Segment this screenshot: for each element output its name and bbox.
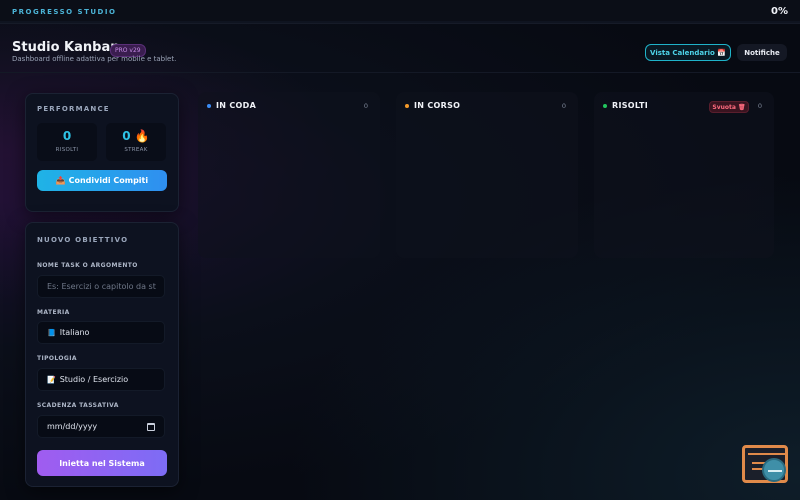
column-queue: IN CODA 0: [198, 92, 380, 258]
column-status-dot: [405, 104, 409, 108]
calendar-icon[interactable]: [147, 423, 155, 431]
column-title: IN CORSO: [414, 101, 461, 110]
type-value: Studio / Esercizio: [59, 375, 129, 384]
column-title: RISOLTI: [612, 101, 649, 110]
progress-percent: 0%: [771, 6, 788, 17]
new-goal-panel: NUOVO OBIETTIVO NOME TASK O ARGOMENTO Es…: [25, 222, 179, 487]
solved-count: 0: [62, 129, 72, 143]
calendar-view-button[interactable]: Vista Calendario 📅: [645, 44, 731, 61]
share-tasks-button[interactable]: 📤 Condividi Compiti: [37, 170, 167, 191]
column-status-dot: [603, 104, 607, 108]
task-name-label: NOME TASK O ARGOMENTO: [37, 262, 138, 269]
column-count: 0: [561, 102, 566, 110]
widget-titlebar: [748, 451, 788, 455]
task-name-placeholder: Es: Esercizi o capitolo da st: [47, 282, 156, 291]
progress-label: PROGRESSO STUDIO: [12, 8, 117, 16]
deadline-placeholder: mm/dd/yyyy: [47, 422, 98, 431]
streak-caption: STREAK: [124, 147, 148, 153]
subject-label: MATERIA: [37, 309, 70, 316]
column-title: IN CODA: [216, 101, 257, 110]
column-count: 0: [363, 102, 368, 110]
progress-track: [0, 21, 800, 23]
column-status-dot: [207, 104, 211, 108]
app-header: Studio Kanban PRO v29 Dashboard offline …: [0, 31, 800, 73]
type-select[interactable]: 📝 Studio / Esercizio: [37, 368, 165, 391]
clear-column-button[interactable]: Svuota 🗑: [709, 101, 749, 113]
code-inspector-icon[interactable]: [742, 445, 790, 485]
progress-bar: PROGRESSO STUDIO 0%: [0, 0, 800, 24]
app-subtitle: Dashboard offline adattiva per mobile e …: [12, 55, 177, 63]
performance-title: PERFORMANCE: [37, 105, 110, 113]
performance-panel: PERFORMANCE 0 RISOLTI 0 🔥 STREAK 📤 Condi…: [25, 93, 179, 212]
inject-task-button[interactable]: Inietta nel Sistema: [37, 450, 167, 476]
streak-stat: 0 🔥 STREAK: [106, 123, 166, 161]
task-name-input[interactable]: Es: Esercizi o capitolo da st: [37, 275, 165, 298]
column-count: 0: [757, 102, 762, 110]
subject-value: Italiano: [59, 328, 90, 337]
notifications-button[interactable]: Notifiche: [737, 44, 787, 61]
new-goal-title: NUOVO OBIETTIVO: [37, 236, 129, 244]
column-in-progress: IN CORSO 0: [396, 92, 578, 258]
type-label: TIPOLOGIA: [37, 355, 77, 362]
streak-count: 0 🔥: [122, 129, 150, 143]
solved-caption: RISOLTI: [55, 147, 79, 153]
subject-select[interactable]: 📘 Italiano: [37, 321, 165, 344]
deadline-date-input[interactable]: mm/dd/yyyy: [37, 415, 165, 438]
column-solved: RISOLTI Svuota 🗑 0: [594, 92, 774, 258]
magnifier-icon: [762, 458, 786, 482]
solved-stat: 0 RISOLTI: [37, 123, 97, 161]
book-icon: 📘: [47, 328, 56, 337]
memo-icon: 📝: [47, 375, 56, 384]
deadline-label: SCADENZA TASSATIVA: [37, 402, 119, 409]
app-title: Studio Kanban: [12, 40, 120, 55]
